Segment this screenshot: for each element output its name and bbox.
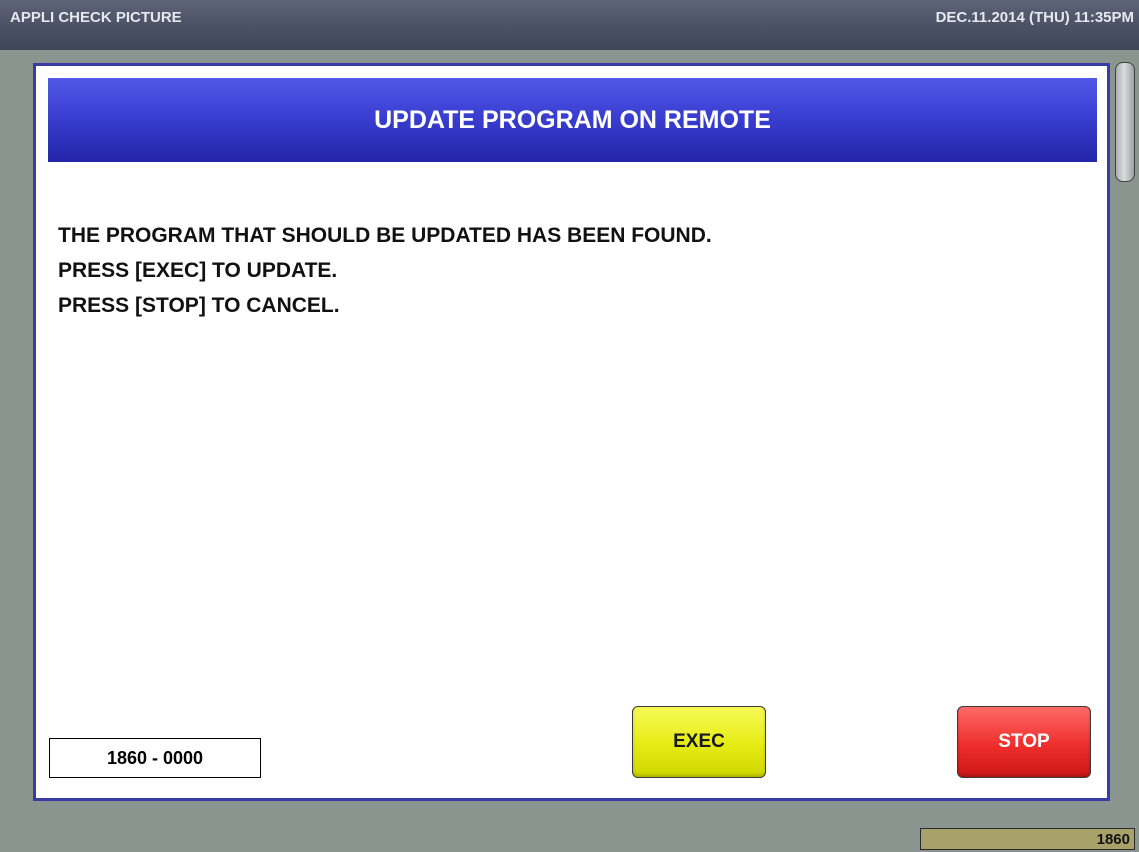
dialog-title: UPDATE PROGRAM ON REMOTE bbox=[48, 78, 1097, 162]
top-bar: APPLI CHECK PICTURE DEC.11.2014 (THU) 11… bbox=[0, 0, 1139, 50]
message-line: PRESS [EXEC] TO UPDATE. bbox=[58, 259, 338, 282]
message-line: PRESS [STOP] TO CANCEL. bbox=[58, 294, 340, 317]
datetime: DEC.11.2014 (THU) 11:35PM bbox=[935, 9, 1134, 26]
scrollbar-thumb-icon[interactable] bbox=[1115, 62, 1135, 182]
message-line: THE PROGRAM THAT SHOULD BE UPDATED HAS B… bbox=[58, 224, 712, 247]
status-box: 1860 bbox=[920, 828, 1135, 850]
dialog-panel: UPDATE PROGRAM ON REMOTE THE PROGRAM THA… bbox=[33, 63, 1110, 801]
app-title: APPLI CHECK PICTURE bbox=[10, 9, 182, 26]
scrollbar[interactable] bbox=[1113, 50, 1139, 820]
exec-button[interactable]: EXEC bbox=[632, 706, 766, 778]
code-display: 1860 - 0000 bbox=[49, 738, 261, 778]
dialog-message: THE PROGRAM THAT SHOULD BE UPDATED HAS B… bbox=[58, 218, 712, 323]
stop-button[interactable]: STOP bbox=[957, 706, 1091, 778]
